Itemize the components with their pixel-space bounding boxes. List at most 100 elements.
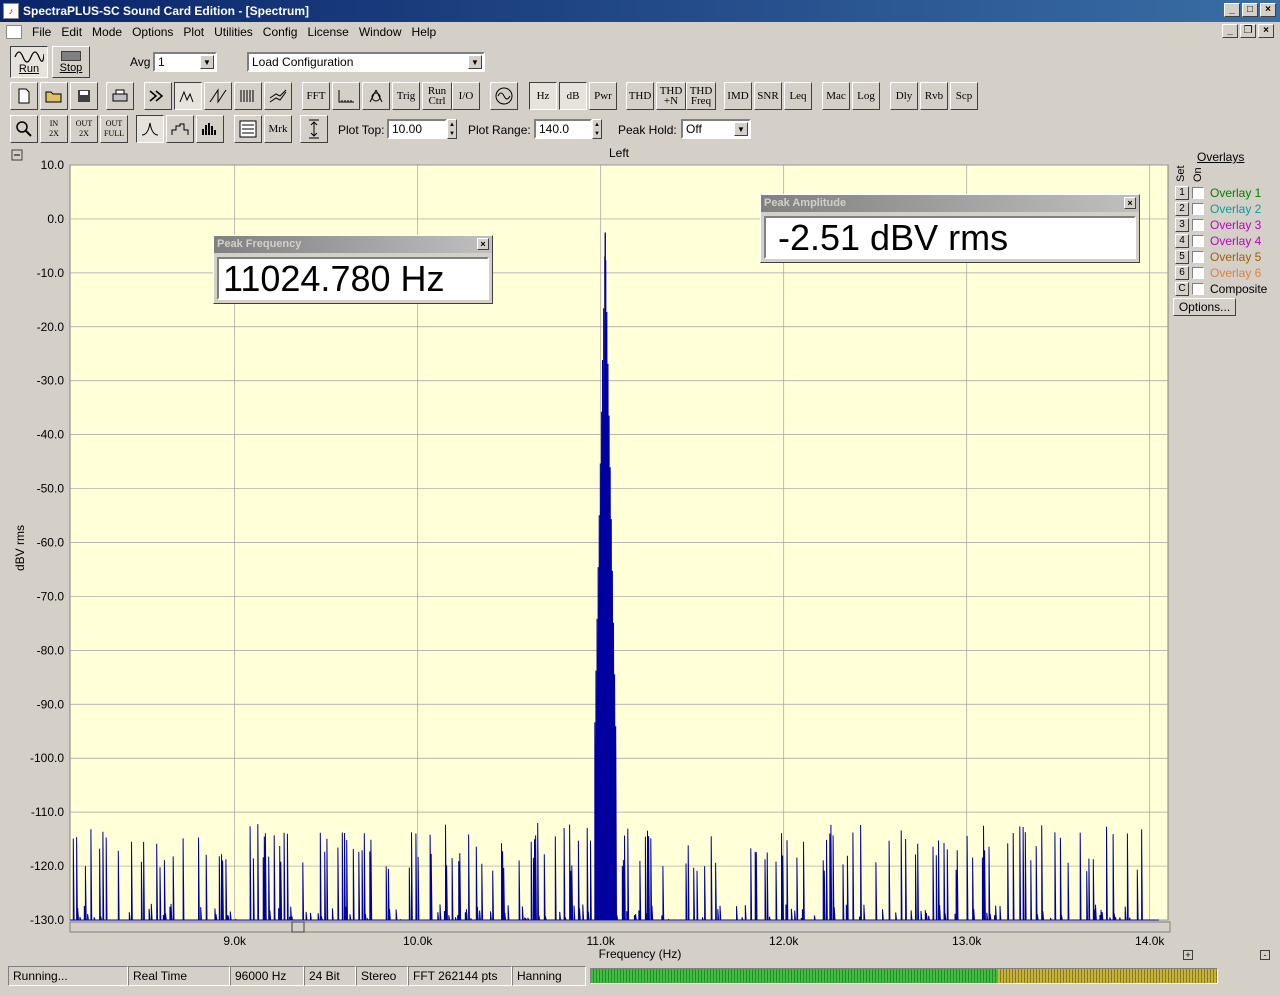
- menu-window[interactable]: Window: [355, 25, 408, 39]
- dly-button[interactable]: Dly: [890, 82, 918, 110]
- zoom-in-2x-button[interactable]: IN 2X: [40, 115, 68, 143]
- overlay-set-button[interactable]: 1: [1175, 186, 1189, 200]
- log-button[interactable]: Log: [852, 82, 880, 110]
- menu-help[interactable]: Help: [408, 25, 443, 39]
- doc-restore-button[interactable]: ❐: [1240, 24, 1256, 38]
- fft-button[interactable]: FFT: [302, 82, 330, 110]
- maximize-button[interactable]: □: [1242, 3, 1258, 17]
- zoom-button[interactable]: [10, 115, 38, 143]
- run-button[interactable]: Run: [10, 46, 48, 78]
- document-icon[interactable]: [6, 25, 22, 39]
- menu-file[interactable]: File: [28, 25, 57, 39]
- overlays-title[interactable]: Overlays: [1197, 150, 1244, 164]
- chevron-down-icon[interactable]: ▼: [468, 55, 482, 69]
- plot-range-spinner[interactable]: ▲ ▼: [592, 119, 602, 139]
- collapse-icon[interactable]: -: [1260, 950, 1270, 960]
- peak-frequency-title[interactable]: Peak Frequency ×: [214, 236, 492, 253]
- chevron-down-icon[interactable]: ▼: [734, 122, 748, 136]
- time-view-button[interactable]: [204, 82, 232, 110]
- menu-utilities[interactable]: Utilities: [210, 25, 259, 39]
- plot-top-spinner[interactable]: ▲ ▼: [447, 119, 457, 139]
- close-icon[interactable]: ×: [477, 238, 489, 250]
- scp-button[interactable]: Scp: [950, 82, 978, 110]
- overlay-set-button[interactable]: 4: [1175, 234, 1189, 248]
- plot-format-button[interactable]: [234, 115, 262, 143]
- overlay-set-button[interactable]: 3: [1175, 218, 1189, 232]
- print-button[interactable]: [106, 82, 134, 110]
- overlay-set-button[interactable]: 6: [1175, 266, 1189, 280]
- trig-button[interactable]: Trig: [392, 82, 420, 110]
- marker-button[interactable]: Mrk: [264, 115, 292, 143]
- peak-hold-select[interactable]: Off ▼: [681, 119, 751, 139]
- overlay-checkbox[interactable]: [1192, 235, 1204, 247]
- menu-plot[interactable]: Plot: [179, 25, 210, 39]
- rvb-button[interactable]: Rvb: [920, 82, 948, 110]
- menu-config[interactable]: Config: [259, 25, 304, 39]
- zoom-full-button[interactable]: OUT FULL: [100, 115, 128, 143]
- plot-range-input[interactable]: 140.0: [534, 119, 592, 139]
- plot-top-input[interactable]: 10.00: [387, 119, 447, 139]
- save-button[interactable]: [70, 82, 98, 110]
- hz-button[interactable]: Hz: [529, 82, 557, 110]
- run-ctrl-button[interactable]: Run Ctrl: [422, 82, 452, 110]
- line-plot-button[interactable]: [136, 115, 164, 143]
- stop-button[interactable]: Stop: [52, 46, 90, 78]
- menu-license[interactable]: License: [303, 25, 354, 39]
- overlay-options-button[interactable]: Options...: [1173, 298, 1236, 316]
- config-select[interactable]: Load Configuration ▼: [247, 52, 485, 72]
- imd-button[interactable]: IMD: [724, 82, 752, 110]
- peak-frequency-panel[interactable]: Peak Frequency × 11024.780 Hz: [213, 235, 493, 304]
- scrollbar-thumb[interactable]: [291, 921, 305, 933]
- forward-button[interactable]: [144, 82, 172, 110]
- new-file-button[interactable]: [10, 82, 38, 110]
- overlay-set-button[interactable]: 2: [1175, 202, 1189, 216]
- io-button[interactable]: I/O: [452, 82, 480, 110]
- menu-mode[interactable]: Mode: [88, 25, 128, 39]
- calibrate-button[interactable]: [362, 82, 390, 110]
- overlay-checkbox[interactable]: [1192, 267, 1204, 279]
- axis-button[interactable]: [332, 82, 360, 110]
- overlay-set-button[interactable]: 5: [1175, 250, 1189, 264]
- overlay-checkbox[interactable]: [1192, 187, 1204, 199]
- bar-plot-button[interactable]: [196, 115, 224, 143]
- open-file-button[interactable]: [40, 82, 68, 110]
- close-icon[interactable]: ×: [1124, 197, 1136, 209]
- overlay-checkbox[interactable]: [1192, 219, 1204, 231]
- 3d-surface-button[interactable]: [264, 82, 292, 110]
- snr-button[interactable]: SNR: [754, 82, 782, 110]
- horizontal-scrollbar[interactable]: [69, 921, 1171, 933]
- expand-icon[interactable]: +: [1183, 950, 1193, 960]
- menu-edit[interactable]: Edit: [57, 25, 88, 39]
- doc-close-button[interactable]: ×: [1258, 24, 1274, 38]
- avg-select[interactable]: 1 ▼: [153, 52, 217, 72]
- spectrum-view-button[interactable]: [174, 82, 202, 110]
- overlay-checkbox[interactable]: [1192, 203, 1204, 215]
- title-bar[interactable]: ♪ SpectraPLUS-SC Sound Card Edition - [S…: [0, 0, 1280, 22]
- doc-minimize-button[interactable]: _: [1222, 24, 1238, 38]
- chevron-down-icon[interactable]: ▼: [200, 55, 214, 69]
- spectrum-plot-area[interactable]: 10.0 0.0 -10.0 -20.0 -30.0 -40.0 -50.0 -60.0 -70…: [8, 146, 1172, 964]
- overlay-checkbox[interactable]: [1192, 251, 1204, 263]
- thd-button[interactable]: THD: [626, 82, 654, 110]
- menu-options[interactable]: Options: [128, 25, 179, 39]
- vertical-scale-button[interactable]: [300, 115, 328, 143]
- peak-amplitude-panel[interactable]: Peak Amplitude × -2.51 dBV rms: [760, 194, 1140, 263]
- overlay-checkbox[interactable]: [1192, 283, 1204, 295]
- overlay-set-button[interactable]: C: [1175, 282, 1189, 296]
- thdn-button[interactable]: THD +N: [656, 82, 686, 110]
- zoom-out-2x-button[interactable]: OUT 2X: [70, 115, 98, 143]
- minimize-button[interactable]: _: [1224, 3, 1240, 17]
- leq-button[interactable]: Leq: [784, 82, 812, 110]
- peak-amplitude-title[interactable]: Peak Amplitude ×: [761, 195, 1139, 212]
- pwr-button[interactable]: Pwr: [589, 82, 617, 110]
- signal-gen-button[interactable]: [490, 82, 518, 110]
- mac-button[interactable]: Mac: [822, 82, 850, 110]
- thd-freq-button[interactable]: THD Freq: [686, 82, 716, 110]
- db-button[interactable]: dB: [559, 82, 587, 110]
- close-button[interactable]: ×: [1260, 3, 1276, 17]
- step-plot-button[interactable]: [166, 115, 194, 143]
- app-icon[interactable]: ♪: [3, 3, 19, 19]
- spectrogram-button[interactable]: [234, 82, 262, 110]
- spectrum-chart[interactable]: 10.0 0.0 -10.0 -20.0 -30.0 -40.0 -50.0 -60.0 -70…: [8, 146, 1172, 964]
- toolbar-run: Run Stop Avg 1 ▼ Load Configuration ▼: [0, 44, 1280, 80]
